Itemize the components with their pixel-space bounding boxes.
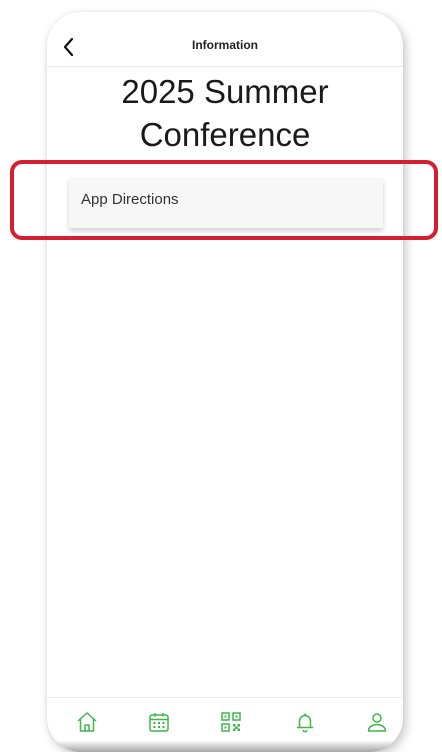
phone-screen: Information 2025 Summer Conference App D… xyxy=(47,12,403,752)
tab-profile[interactable] xyxy=(365,710,389,734)
conference-heading-line2: Conference xyxy=(139,116,311,153)
top-navigation-bar: Information xyxy=(47,30,403,67)
conference-heading: 2025 Summer Conference xyxy=(47,70,403,156)
list-item-app-directions[interactable]: App Directions xyxy=(69,178,383,228)
bottom-tab-bar xyxy=(47,697,403,740)
screenshot-stage: Information 2025 Summer Conference App D… xyxy=(0,0,442,752)
calendar-icon xyxy=(149,713,169,732)
tab-home[interactable] xyxy=(75,710,99,734)
list-item-label: App Directions xyxy=(81,191,179,208)
user-icon xyxy=(367,713,387,732)
qr-code-icon xyxy=(221,712,241,732)
tab-calendar[interactable] xyxy=(147,710,171,734)
tab-notifications[interactable] xyxy=(293,710,317,734)
conference-heading-line1: 2025 Summer xyxy=(121,73,329,110)
page-title: Information xyxy=(192,38,258,52)
tab-qr-code[interactable] xyxy=(219,710,243,734)
bell-icon xyxy=(296,713,314,733)
home-icon xyxy=(77,712,97,732)
